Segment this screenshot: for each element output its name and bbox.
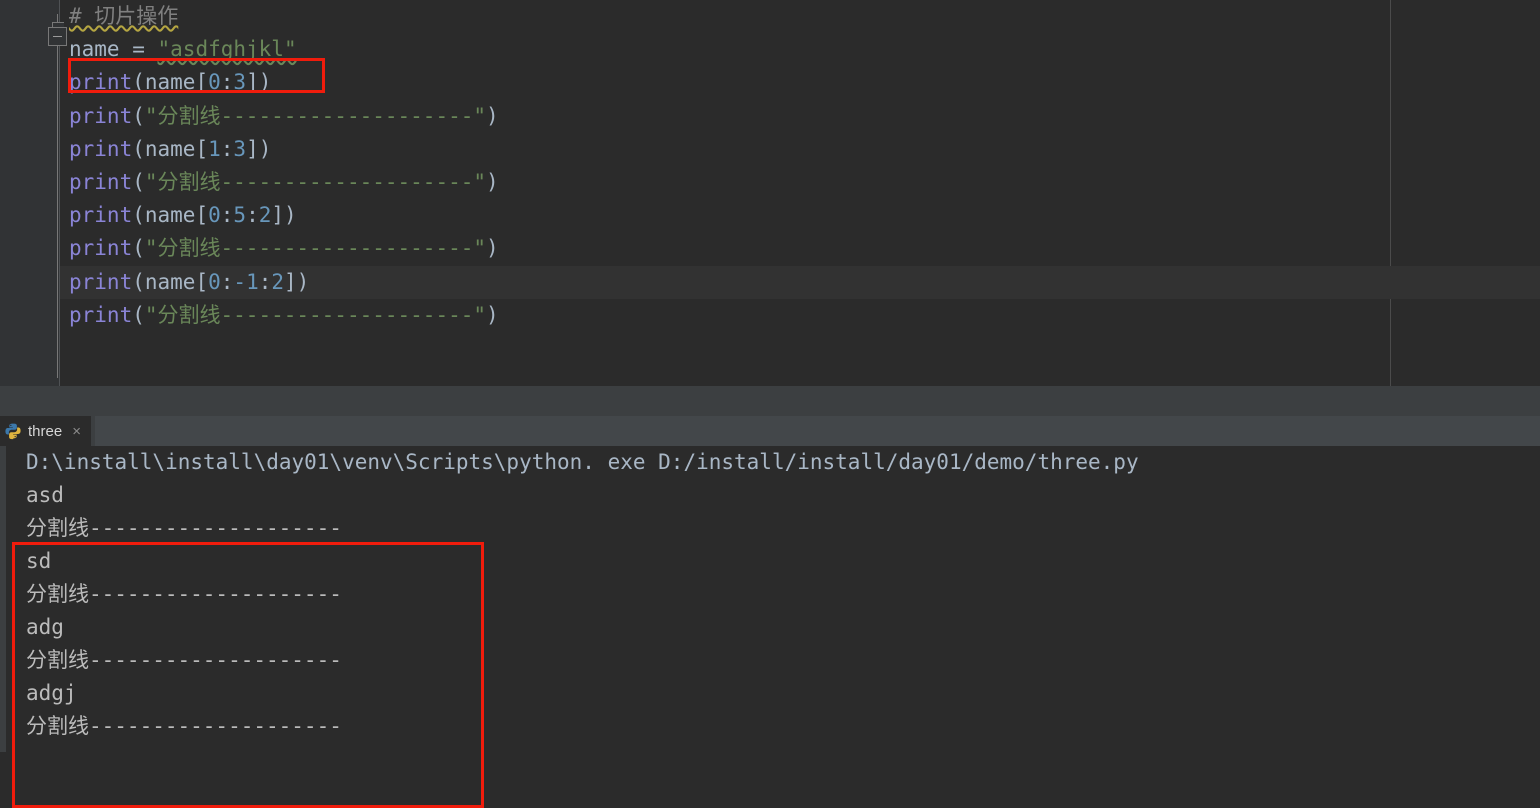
code-token: name: [144, 269, 196, 294]
panel-top-strip: [0, 386, 1540, 416]
run-tab-bar[interactable]: three ×: [0, 416, 1540, 446]
run-tab-label: three: [28, 422, 63, 440]
console-output-line: 分割线--------------------: [26, 582, 342, 606]
code-token: print: [69, 169, 133, 194]
code-token: ): [486, 302, 499, 327]
code-text-area[interactable]: # 切片操作 name = "asdfghjkl" print(name[0:3])…: [60, 0, 1540, 386]
python-file-icon: [4, 422, 22, 440]
code-line-assignment-line[interactable]: name = "asdfghjkl": [60, 33, 1540, 66]
code-token: name: [144, 136, 196, 161]
console-output-line: 分割线--------------------: [26, 516, 342, 540]
code-token: print: [69, 269, 133, 294]
code-token: "asdfghjkl": [157, 37, 297, 62]
code-token: -1: [233, 269, 259, 294]
code-line-print-sep-1[interactable]: print("分割线--------------------"): [60, 100, 1540, 133]
code-token: 0: [208, 203, 221, 228]
code-token: :: [220, 136, 234, 161]
fold-guide-tail: [57, 46, 58, 378]
code-token: 5: [233, 203, 247, 228]
code-line-print-1-3[interactable]: print(name[1:3]): [60, 133, 1540, 166]
close-icon[interactable]: ×: [72, 424, 81, 439]
code-token: :: [246, 203, 259, 228]
code-token: print: [69, 103, 133, 128]
run-panel: three × D:\install\install\day01\venv\Sc…: [0, 386, 1540, 808]
editor-gutter[interactable]: [0, 0, 60, 386]
code-token: print: [69, 236, 133, 261]
code-token: :: [220, 70, 234, 95]
code-line-print-sep-2[interactable]: print("分割线--------------------"): [60, 166, 1540, 199]
console-lines: D:\install\install\day01\venv\Scripts\py…: [0, 446, 1540, 743]
code-token: "分割线--------------------": [144, 236, 487, 261]
code-line-print-sep-3[interactable]: print("分割线--------------------"): [60, 232, 1540, 265]
code-token: (: [132, 203, 145, 228]
code-token: print: [69, 70, 133, 95]
tab-bar-empty-area: [95, 416, 1540, 446]
code-line-print-sep-4[interactable]: print("分割线--------------------"): [60, 299, 1540, 332]
code-token: print: [69, 302, 133, 327]
code-token: 0: [208, 70, 221, 95]
code-token: :: [220, 203, 234, 228]
code-editor[interactable]: # 切片操作 name = "asdfghjkl" print(name[0:3])…: [0, 0, 1540, 386]
code-token: (: [132, 169, 145, 194]
code-token: 2: [271, 269, 285, 294]
code-token: ]): [284, 269, 310, 294]
code-line-comment-line[interactable]: # 切片操作: [60, 0, 1540, 33]
code-token: ]): [246, 70, 272, 95]
code-token: (: [132, 136, 145, 161]
code-token: name: [144, 70, 196, 95]
code-token: ): [486, 236, 499, 261]
console-output-line: 分割线--------------------: [26, 714, 342, 738]
console-output-line: adgj: [26, 681, 77, 705]
code-token: 3: [233, 70, 247, 95]
code-token: (: [132, 269, 145, 294]
code-token: ): [486, 103, 499, 128]
code-token: "分割线--------------------": [144, 169, 487, 194]
code-token: 3: [233, 136, 247, 161]
console-output-line: adg: [26, 615, 64, 639]
code-token: (: [132, 302, 145, 327]
code-token: [: [195, 203, 209, 228]
console-output-line: sd: [26, 549, 52, 573]
code-token: ): [486, 169, 499, 194]
code-token: ]): [271, 203, 297, 228]
code-token: "分割线--------------------": [144, 103, 487, 128]
console-output-line: 分割线--------------------: [26, 648, 342, 672]
code-token: "分割线--------------------": [144, 302, 487, 327]
code-token: 2: [258, 203, 272, 228]
console-output-line: asd: [26, 483, 64, 507]
code-token: ]): [246, 136, 272, 161]
code-token: print: [69, 203, 133, 228]
code-token: # 切片操作: [69, 4, 179, 28]
code-token: 1: [208, 136, 221, 161]
code-token: name =: [69, 37, 158, 62]
code-line-print-0-neg1-2[interactable]: print(name[0:-1:2]): [60, 265, 1540, 299]
code-token: (: [132, 70, 145, 95]
console-output[interactable]: D:\install\install\day01\venv\Scripts\py…: [0, 446, 1540, 808]
code-line-print-0-5-2[interactable]: print(name[0:5:2]): [60, 199, 1540, 232]
code-token: [: [195, 70, 209, 95]
code-token: (: [132, 236, 145, 261]
code-token: [: [195, 136, 209, 161]
fold-collapse-icon[interactable]: [48, 27, 67, 46]
run-tab-three[interactable]: three ×: [0, 416, 91, 446]
code-token: :: [258, 269, 272, 294]
code-line-print-0-3[interactable]: print(name[0:3]): [60, 66, 1540, 99]
code-token: (: [132, 103, 145, 128]
code-token: [: [195, 269, 209, 294]
console-command-line: D:\install\install\day01\venv\Scripts\py…: [26, 450, 1139, 474]
code-token: print: [69, 136, 133, 161]
code-token: 0: [208, 269, 221, 294]
code-token: name: [144, 203, 196, 228]
code-token: :: [220, 269, 234, 294]
